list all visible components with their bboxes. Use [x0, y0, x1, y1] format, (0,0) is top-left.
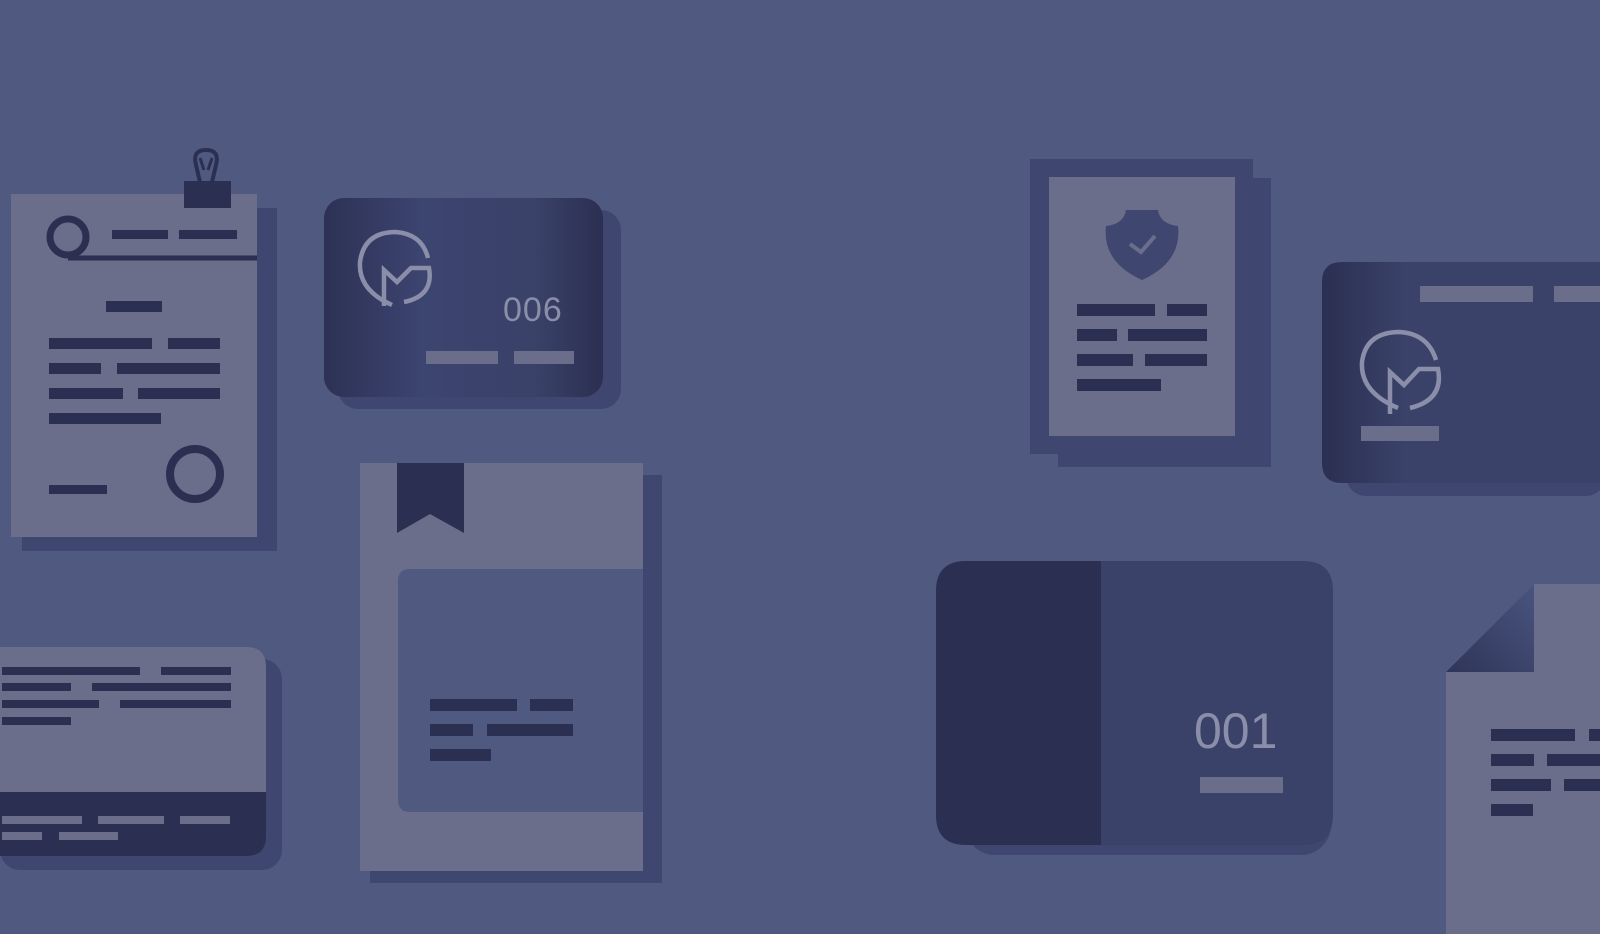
folded-document [1446, 584, 1600, 934]
illustration-scene: 006 001 [0, 147, 1600, 934]
card-number-large: 001 [1194, 703, 1277, 759]
id-card-small: 006 [324, 198, 621, 409]
id-card-large: 001 [936, 561, 1333, 855]
book-document [360, 463, 662, 883]
id-card-right [1322, 262, 1600, 496]
document-card-left [0, 647, 282, 870]
clipboard-document [11, 147, 277, 551]
card-number: 006 [503, 291, 563, 329]
certificate-document [1030, 159, 1271, 467]
binder-clip-icon [184, 147, 231, 208]
